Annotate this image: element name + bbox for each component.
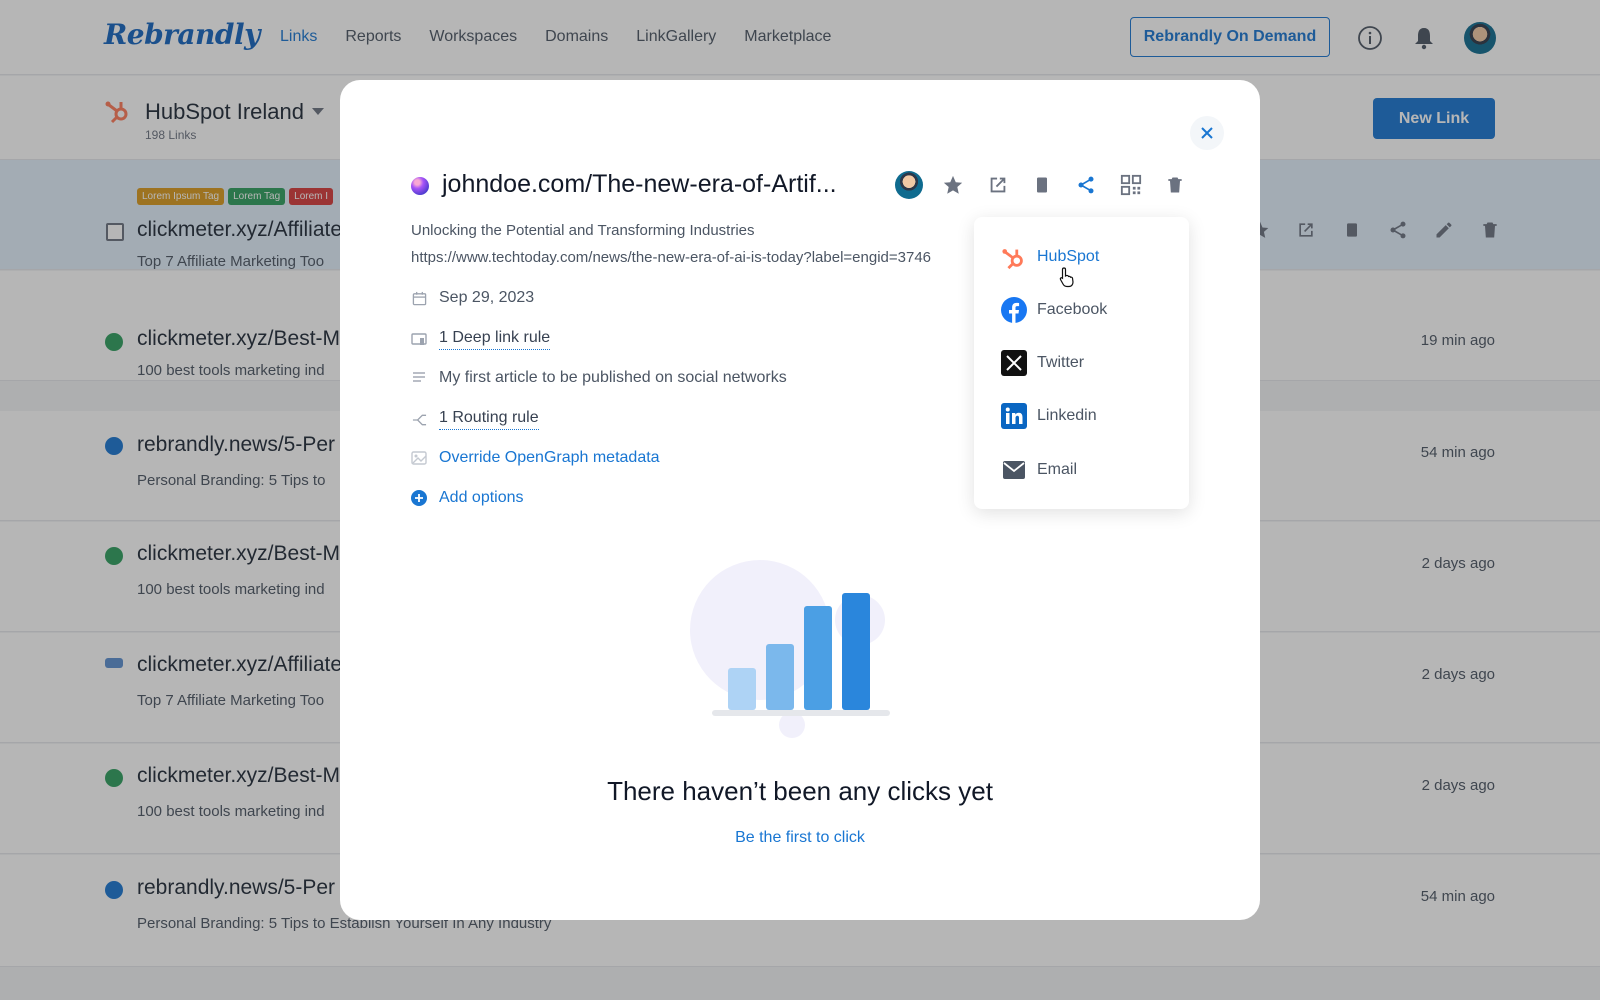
share-email[interactable]: Email bbox=[1000, 456, 1077, 484]
trash-icon[interactable] bbox=[1163, 173, 1187, 197]
share-item-label: Linkedin bbox=[1037, 407, 1097, 424]
opengraph-row: Override OpenGraph metadata bbox=[411, 449, 660, 467]
empty-chart-illustration bbox=[690, 560, 890, 738]
notes-icon bbox=[411, 370, 427, 386]
override-opengraph-link[interactable]: Override OpenGraph metadata bbox=[439, 449, 660, 467]
hubspot-icon bbox=[1000, 244, 1027, 271]
share-facebook[interactable]: Facebook bbox=[1000, 296, 1107, 324]
short-link-title[interactable]: johndoe.com/The-new-era-of-Artif... bbox=[442, 170, 837, 199]
linkedin-icon bbox=[1000, 403, 1027, 430]
deep-link-rule-link[interactable]: 1 Deep link rule bbox=[439, 329, 551, 350]
note-row: My first article to be published on soci… bbox=[411, 369, 787, 387]
opengraph-icon bbox=[411, 450, 427, 466]
be-first-to-click-link[interactable]: Be the first to click bbox=[340, 829, 1260, 847]
created-date: Sep 29, 2023 bbox=[439, 289, 535, 306]
external-link-icon[interactable] bbox=[986, 173, 1010, 197]
deep-link-row: 1 Deep link rule bbox=[411, 329, 551, 350]
share-linkedin[interactable]: Linkedin bbox=[1000, 402, 1097, 430]
email-icon bbox=[1000, 457, 1027, 484]
link-description: Unlocking the Potential and Transforming… bbox=[411, 222, 755, 239]
share-hubspot[interactable]: HubSpot bbox=[1000, 243, 1099, 271]
empty-state-title: There haven’t been any clicks yet bbox=[607, 776, 993, 806]
share-item-label: Twitter bbox=[1037, 354, 1085, 371]
copy-icon[interactable] bbox=[1030, 173, 1054, 197]
destination-url[interactable]: https://www.techtoday.com/news/the-new-e… bbox=[411, 249, 974, 266]
calendar-icon bbox=[411, 290, 427, 306]
qr-code-icon[interactable] bbox=[1119, 173, 1143, 197]
link-note[interactable]: My first article to be published on soci… bbox=[439, 369, 787, 387]
star-icon[interactable] bbox=[941, 173, 965, 197]
avatar[interactable] bbox=[895, 171, 923, 199]
close-button[interactable] bbox=[1190, 116, 1224, 150]
routing-rule-link[interactable]: 1 Routing rule bbox=[439, 409, 539, 430]
add-options-row: Add options bbox=[411, 489, 524, 507]
deep-link-icon bbox=[411, 332, 427, 348]
x-twitter-icon bbox=[1000, 350, 1027, 377]
link-favicon-icon bbox=[411, 177, 429, 195]
routing-row: 1 Routing rule bbox=[411, 409, 539, 430]
share-icon[interactable] bbox=[1074, 173, 1098, 197]
hand-cursor-icon bbox=[1059, 267, 1074, 288]
add-options-link[interactable]: Add options bbox=[439, 489, 524, 507]
share-item-label: Email bbox=[1037, 461, 1078, 478]
date-row: Sep 29, 2023 bbox=[411, 289, 534, 307]
share-twitter[interactable]: Twitter bbox=[1000, 349, 1084, 377]
plus-circle-icon bbox=[411, 490, 427, 506]
share-item-label: HubSpot bbox=[1037, 248, 1100, 265]
facebook-icon bbox=[1000, 297, 1027, 324]
close-icon bbox=[1201, 127, 1213, 139]
share-item-label: Facebook bbox=[1037, 301, 1108, 318]
routing-icon bbox=[411, 412, 427, 428]
